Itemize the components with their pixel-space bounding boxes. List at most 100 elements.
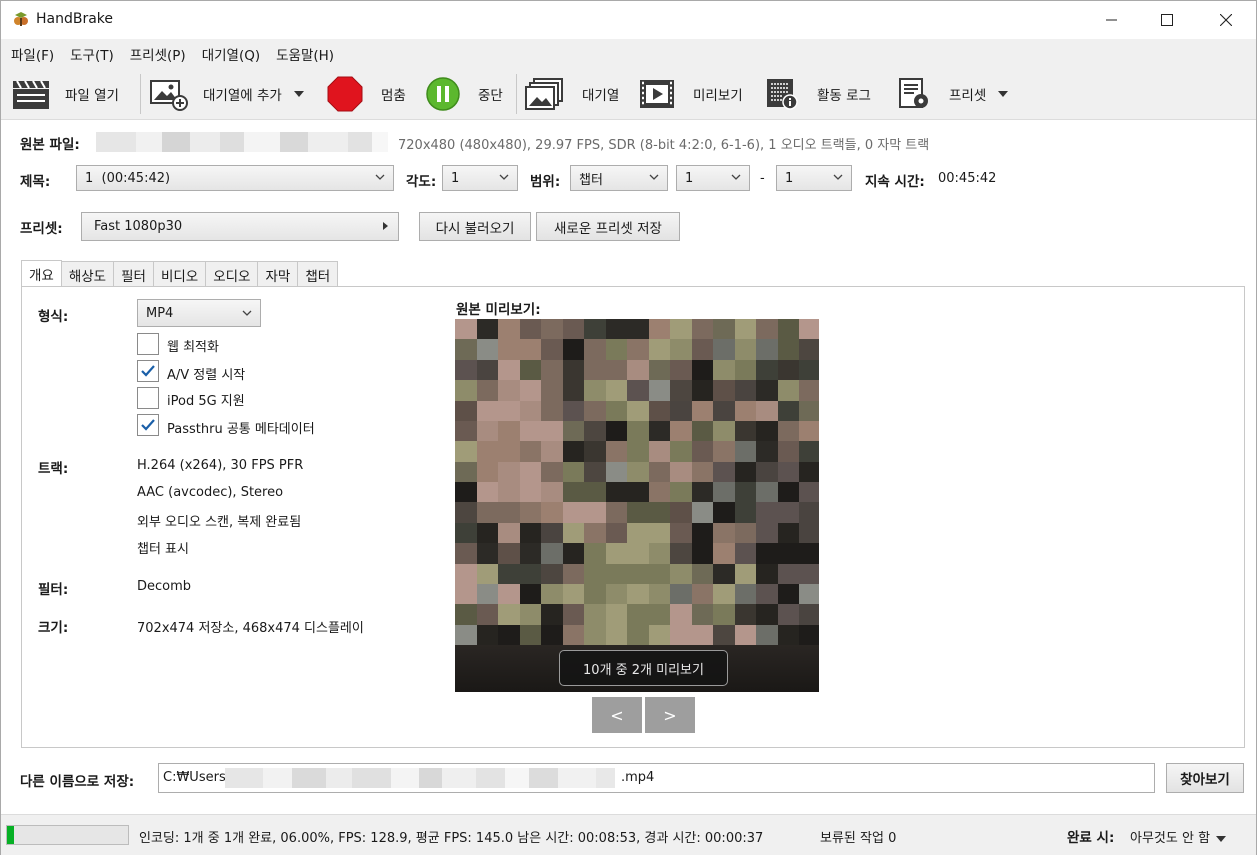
preview-next-button[interactable]: > — [645, 697, 695, 733]
preview-pixel — [584, 563, 606, 584]
preset-select[interactable]: Fast 1080p30 — [81, 212, 399, 241]
destination-path-input[interactable]: C:₩Users₩ .mp4 — [158, 763, 1155, 793]
preview-pixel — [605, 339, 628, 360]
preview-pixel — [605, 522, 628, 544]
duration-label: 지속 시간: — [865, 174, 925, 190]
preview-pixel — [691, 420, 714, 442]
when-done-select[interactable]: 아무것도 안 함 — [1130, 827, 1227, 846]
add-to-queue-dropdown-icon[interactable] — [293, 91, 304, 97]
menu-presets[interactable]: 프리셋(P) — [124, 40, 192, 68]
preview-pixel — [455, 543, 477, 564]
range-end-select[interactable]: 1 — [776, 165, 852, 191]
preview-pixel — [713, 624, 735, 645]
preview-pixel — [605, 359, 628, 381]
preview-pixel — [519, 441, 542, 462]
tab-video[interactable]: 비디오 — [152, 261, 207, 287]
save-new-preset-button[interactable]: 새로운 프리셋 저장 — [536, 212, 680, 241]
preview-pixel — [627, 420, 649, 442]
stop-button[interactable]: 멈춤 — [327, 74, 406, 114]
preview-pixel — [756, 624, 778, 645]
tab-summary[interactable]: 개요 — [21, 260, 62, 287]
presets-dropdown-icon[interactable] — [998, 91, 1009, 97]
range-start-select[interactable]: 1 — [676, 165, 750, 191]
preview-pixel — [498, 441, 520, 462]
passthru-metadata-checkbox[interactable] — [137, 414, 159, 436]
preview-pixel — [691, 339, 714, 360]
menu-queue[interactable]: 대기열(Q) — [196, 40, 266, 68]
clapperboard-icon — [13, 80, 49, 109]
when-done-dropdown-icon — [1216, 835, 1227, 842]
preview-pixel — [455, 502, 477, 523]
activity-log-button[interactable]: 활동 로그 — [765, 74, 871, 114]
web-optimize-checkbox[interactable] — [137, 333, 159, 355]
preview-pixel — [799, 604, 819, 625]
preview-pixel — [541, 522, 563, 544]
range-type-select[interactable]: 챕터 — [570, 165, 668, 191]
tab-subtitles[interactable]: 자막 — [257, 261, 299, 287]
menu-help[interactable]: 도움말(H) — [270, 40, 340, 68]
preview-pixel — [455, 441, 477, 462]
preview-pixel — [541, 604, 563, 625]
open-source-button[interactable]: 파일 열기 — [11, 74, 119, 114]
presets-button[interactable]: 프리셋 — [897, 74, 1009, 114]
maximize-button[interactable] — [1144, 1, 1190, 38]
preview-pixel — [799, 319, 819, 340]
preview-pixel — [648, 502, 671, 523]
tab-filters[interactable]: 필터 — [113, 261, 154, 287]
reload-preset-button[interactable]: 다시 불러오기 — [419, 212, 531, 241]
align-av-checkbox[interactable] — [137, 360, 159, 382]
presets-label: 프리셋 — [949, 88, 987, 104]
preview-pixel — [648, 420, 671, 442]
preview-pixel — [627, 583, 649, 605]
preview-pixel — [455, 563, 477, 584]
preview-pixel — [627, 380, 649, 401]
preview-pixel — [541, 461, 563, 482]
maximize-icon — [1161, 13, 1173, 26]
preview-pixel — [584, 543, 606, 564]
chevron-down-icon — [833, 174, 843, 180]
preview-pixel — [605, 563, 628, 584]
range-end-value: 1 — [785, 170, 794, 186]
tab-chapters[interactable]: 챕터 — [297, 261, 339, 287]
pause-button[interactable]: 중단 — [425, 74, 503, 114]
preview-pixel — [605, 482, 628, 503]
preview-pixel — [605, 420, 628, 442]
queue-button[interactable]: 대기열 — [525, 74, 619, 114]
preview-pixel — [777, 461, 800, 482]
checkmark-icon — [141, 419, 155, 431]
preview-pixel — [799, 563, 819, 584]
add-to-queue-button[interactable]: 대기열에 추가 — [149, 74, 304, 114]
preview-pixel — [713, 502, 735, 523]
title-select[interactable]: 1 (00:45:42) — [76, 165, 394, 191]
preview-pixel — [648, 563, 671, 584]
preview-pixel — [519, 522, 542, 544]
preview-pixel — [584, 441, 606, 462]
preview-pixel — [476, 359, 499, 381]
range-type-value: 챕터 — [579, 172, 603, 188]
minimize-button[interactable] — [1088, 1, 1134, 38]
preview-pixel — [476, 380, 499, 401]
menu-file[interactable]: 파일(F) — [5, 40, 60, 68]
browse-button[interactable]: 찾아보기 — [1166, 763, 1244, 793]
menu-tools[interactable]: 도구(T) — [64, 40, 120, 68]
preview-pixel — [756, 441, 778, 462]
preview-button[interactable]: 미리보기 — [639, 74, 743, 114]
preview-pixel — [756, 543, 778, 564]
preview-pixel — [627, 461, 649, 482]
ipod-5g-checkbox[interactable] — [137, 387, 159, 409]
preview-pixel — [605, 380, 628, 401]
tab-dimensions[interactable]: 해상도 — [60, 261, 115, 287]
preview-pixel — [799, 441, 819, 462]
close-button[interactable] — [1203, 1, 1249, 38]
preview-pixel — [584, 420, 606, 442]
tab-audio[interactable]: 오디오 — [205, 261, 259, 287]
preview-prev-button[interactable]: < — [592, 697, 642, 733]
toolbar-separator — [516, 74, 517, 114]
size-label: 크기: — [38, 620, 69, 636]
source-filename-redacted — [96, 132, 388, 152]
angle-select[interactable]: 1 — [442, 165, 518, 191]
preview-pixel — [562, 380, 585, 401]
preview-pixel — [691, 583, 714, 605]
preview-pixel — [627, 563, 649, 584]
format-select[interactable]: MP4 — [137, 299, 261, 327]
